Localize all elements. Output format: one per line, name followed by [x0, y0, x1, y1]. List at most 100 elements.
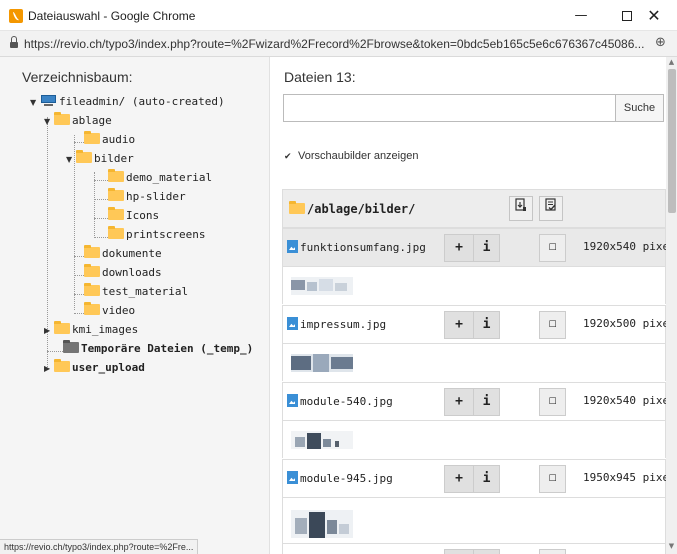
tree-item-hp-slider[interactable]: hp-slider — [108, 188, 186, 206]
thumbnail-image[interactable] — [291, 354, 353, 372]
file-info-button[interactable]: i — [473, 465, 500, 493]
add-file-button[interactable]: + — [444, 388, 473, 416]
import-icon — [515, 198, 526, 211]
checkmark-icon[interactable]: ✔ — [284, 152, 293, 162]
tree-connector — [94, 199, 108, 200]
folder-icon — [54, 112, 70, 125]
tree-item-audio[interactable]: audio — [84, 131, 135, 149]
file-select-checkbox[interactable]: ☐ — [539, 465, 566, 493]
tree-item-user-upload[interactable]: ▶ user_upload — [44, 359, 145, 377]
status-url-bubble: https://revio.ch/typo3/index.php?route=%… — [0, 539, 199, 554]
thumbnail-row — [282, 497, 666, 543]
file-select-checkbox[interactable]: ☐ — [539, 388, 566, 416]
scroll-down-icon[interactable]: ▼ — [666, 541, 677, 552]
collapse-icon[interactable]: ▼ — [30, 94, 40, 112]
file-select-checkbox[interactable]: ☐ — [539, 234, 566, 262]
page-content: Verzeichnisbaum: ▼ fileadmin/ (auto-creat… — [0, 57, 677, 554]
scrollbar[interactable]: ▲ ▼ — [666, 57, 677, 554]
tree-connector — [94, 180, 108, 181]
add-file-button[interactable]: + — [444, 465, 473, 493]
file-info-button[interactable]: i — [473, 234, 500, 262]
folder-icon — [54, 359, 70, 372]
file-name[interactable]: module-945.jpg — [287, 471, 393, 485]
add-file-button[interactable]: + — [444, 549, 473, 554]
tree-connector — [74, 142, 84, 143]
file-name[interactable]: funktionsumfang.jpg — [287, 240, 426, 254]
thumbnail-image[interactable] — [291, 510, 353, 538]
image-file-icon — [287, 317, 298, 330]
add-file-button[interactable]: + — [444, 311, 473, 339]
tree-item-bilder[interactable]: ▼ bilder — [66, 150, 134, 168]
minimize-button[interactable]: — — [558, 0, 604, 31]
folder-icon — [84, 264, 100, 277]
thumbnail-row — [282, 343, 666, 381]
tree-item-dokumente[interactable]: dokumente — [84, 245, 162, 263]
window-title: Dateiauswahl - Google Chrome — [28, 9, 196, 23]
tree-item-icons[interactable]: Icons — [108, 207, 159, 225]
file-row[interactable]: + i ☐ — [282, 543, 666, 554]
zoom-icon[interactable]: ⊕ — [655, 35, 666, 50]
image-file-icon — [287, 240, 298, 253]
scrollbar-thumb[interactable] — [668, 69, 676, 213]
collapse-icon[interactable]: ▼ — [44, 113, 54, 131]
file-select-checkbox[interactable]: ☐ — [539, 311, 566, 339]
search-button[interactable]: Suche — [616, 94, 664, 122]
file-select-checkbox[interactable]: ☐ — [539, 549, 566, 554]
thumbnail-row — [282, 420, 666, 458]
folder-icon — [76, 150, 92, 163]
file-row[interactable]: module-945.jpg + i ☐ 1950x945 pixe — [282, 459, 667, 497]
tree-connector — [94, 237, 108, 238]
folder-icon — [108, 188, 124, 201]
table-header: /ablage/bilder/ — [282, 189, 666, 228]
file-info-button[interactable]: i — [473, 388, 500, 416]
search-input[interactable] — [283, 94, 616, 122]
tree-connector — [74, 313, 84, 314]
tree-heading: Verzeichnisbaum: — [22, 69, 133, 85]
tree-item-fileadmin[interactable]: ▼ fileadmin/ (auto-created) — [30, 93, 225, 111]
file-row[interactable]: funktionsumfang.jpg + i ☐ 1920x540 pixe — [282, 228, 667, 266]
tree-item-temp[interactable]: Temporäre Dateien (_temp_) — [63, 340, 253, 358]
typo3-logo-icon — [9, 9, 23, 23]
scroll-up-icon[interactable]: ▲ — [666, 57, 677, 68]
file-name[interactable]: impressum.jpg — [287, 317, 386, 331]
folder-icon — [108, 226, 124, 239]
import-selection-button[interactable] — [509, 196, 533, 221]
image-file-icon — [287, 471, 298, 484]
folder-icon — [84, 245, 100, 258]
tree-item-kmi-images[interactable]: ▶ kmi_images — [44, 321, 138, 339]
tree-item-video[interactable]: video — [84, 302, 135, 320]
thumbnail-image[interactable] — [291, 277, 353, 295]
file-info-button[interactable]: i — [473, 311, 500, 339]
close-button[interactable]: ✕ — [631, 0, 677, 31]
expand-icon[interactable]: ▶ — [44, 322, 54, 340]
expand-icon[interactable]: ▶ — [44, 360, 54, 378]
folder-tree-pane: Verzeichnisbaum: ▼ fileadmin/ (auto-creat… — [0, 57, 270, 554]
tree-item-test-material[interactable]: test_material — [84, 283, 188, 301]
add-file-button[interactable]: + — [444, 234, 473, 262]
address-bar: https://revio.ch/typo3/index.php?route=%… — [0, 31, 677, 57]
toggle-selection-button[interactable] — [539, 196, 563, 221]
file-info-button[interactable]: i — [473, 549, 500, 554]
tree-connector — [47, 351, 63, 352]
file-dimensions: 1950x945 pixe — [583, 471, 667, 484]
tree-connector — [74, 256, 84, 257]
folder-icon — [84, 283, 100, 296]
tree-connector — [94, 172, 95, 238]
folder-icon — [84, 302, 100, 315]
folder-icon — [289, 201, 305, 214]
file-row[interactable]: module-540.jpg + i ☐ 1920x540 pixe — [282, 382, 667, 420]
file-row[interactable]: impressum.jpg + i ☐ 1920x500 pixe — [282, 305, 667, 343]
show-thumbnails-toggle[interactable]: ✔ Vorschaubilder anzeigen — [284, 150, 418, 162]
image-file-icon — [287, 394, 298, 407]
thumbnail-image[interactable] — [291, 431, 353, 449]
tree-connector — [94, 218, 108, 219]
url-text[interactable]: https://revio.ch/typo3/index.php?route=%… — [24, 37, 649, 51]
collapse-icon[interactable]: ▼ — [66, 151, 76, 169]
files-heading: Dateien 13: — [284, 69, 356, 85]
tree-item-demo-material[interactable]: demo_material — [108, 169, 212, 187]
tree-item-ablage[interactable]: ▼ ablage — [44, 112, 112, 130]
file-name[interactable]: module-540.jpg — [287, 394, 393, 408]
tree-item-printscreens[interactable]: printscreens — [108, 226, 205, 244]
folder-icon — [54, 321, 70, 334]
tree-item-downloads[interactable]: downloads — [84, 264, 162, 282]
